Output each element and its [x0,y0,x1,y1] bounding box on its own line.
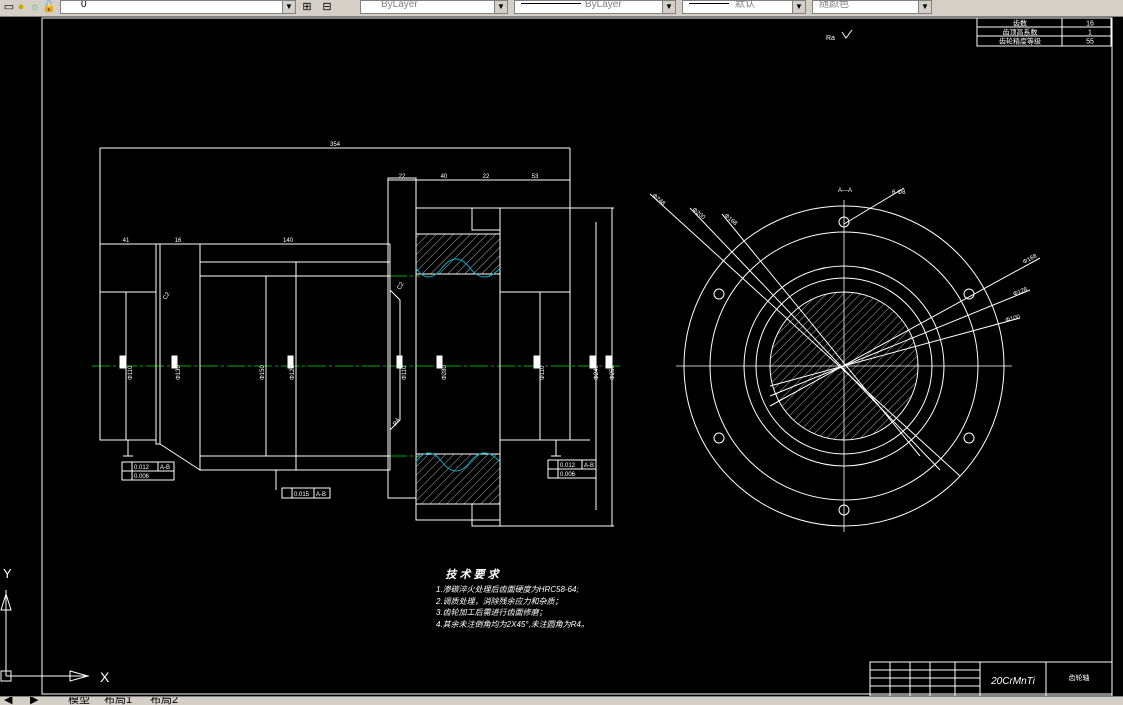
dim-length: 140 [283,238,294,244]
dim-circle: Φ100 [1005,314,1021,324]
dim-diameter: Φ120 [290,365,296,380]
tech-item: 1.渗碳淬火处理后齿面硬度为HRC58-64; [436,585,579,594]
dim-length: 16 [175,238,182,244]
dim-diameter: Φ130 [176,365,182,380]
chamfer-label: C2 [397,281,406,291]
roughness-symbol: Ra [826,29,853,42]
color-select[interactable]: ByLayer ▼ [360,0,508,14]
dim-diameter: Φ240 [594,365,600,380]
lineweight-select[interactable]: 默认 ▼ [682,0,806,14]
bolt-hole [963,288,975,300]
tolerance-datum: A-B [160,465,170,471]
bolt-hole [713,288,725,300]
tech-item: 3.齿轮加工后需进行齿面修磨； [436,608,547,617]
tech-item: 2.调质处理，消除残余应力和杂质； [435,597,563,606]
layer-select[interactable]: 0 ▼ [60,0,296,14]
layer-name: 0 [81,0,87,10]
table-label: 齿顶高系数 [1003,28,1038,37]
tech-requirements: 技 术 要 求 1.渗碳淬火处理后齿面硬度为HRC58-64; 2.调质处理，消… [435,568,589,629]
bolt-hole [713,432,725,444]
table-label: 齿轮精度等级 [999,37,1041,46]
lock-icon[interactable]: 🔓 [42,1,56,14]
dim-holes: 6-Φ8 [892,190,906,196]
dim-diameter: Φ280 [442,365,448,380]
table-value: 16 [1086,21,1094,28]
lineweight-preview [689,3,729,4]
table-value: 55 [1086,39,1094,46]
material-label: 20CrMnTi [990,676,1036,687]
make-layer-current-icon[interactable]: ⊞ [300,1,314,14]
shaft-front-view: Φ110 Φ130 Φ150 Φ120 Φ110 Φ280 Φ110 Φ240 … [92,142,620,527]
tolerance-value: 0.006 [560,472,576,478]
dim-length: 41 [123,238,130,244]
table-label: 齿数 [1013,19,1027,28]
tolerance-datum: A-B [316,492,326,498]
linetype-value: ByLayer [585,0,622,10]
tolerance-value: 0.012 [134,465,150,471]
tech-title: 技 术 要 求 [445,568,500,581]
tolerance-frame-right: 0.012 A-B 0.006 [547,459,597,479]
dim-overall-length: 354 [330,142,341,148]
ucs-x-label: X [100,669,110,685]
dim-circle: Φ200 [691,207,707,222]
section-view: Φ248 Φ200 Φ168 6-Φ8 A—A Φ168 Φ128 Φ100 [649,187,1041,532]
plotstyle-select[interactable]: 随颜色 ▼ [812,0,932,14]
chevron-down-icon[interactable]: ▼ [792,1,805,13]
chamfer-label: C2 [163,291,172,301]
tolerance-frame-middle: 0.015 A-B [275,470,331,499]
properties-toolbar: ▭ ● ☼ 🔓 ■ 0 ▼ ⊞ ⊟ ByLayer ▼ ByLayer ▼ 默认… [0,0,1123,17]
chevron-down-icon[interactable]: ▼ [282,1,295,13]
dim-length: 22 [399,174,406,180]
tech-item: 4.其余未注倒角均为2X45°,未注圆角为R4。 [436,620,589,629]
dim-diameter: Φ110 [128,365,134,380]
dim-diameter: Φ110 [402,365,408,380]
dim-circle: Φ168 [1022,253,1038,266]
tolerance-frame-left: 0.012 A-B 0.006 [121,461,175,481]
tolerance-value: 0.012 [560,463,576,469]
bolt-hole [963,432,975,444]
dim-diameter: Φ110 [540,365,546,380]
layer-previous-icon[interactable]: ⊟ [320,1,334,14]
freeze-icon[interactable]: ☼ [28,1,42,14]
bulb-icon[interactable]: ● [14,1,28,14]
section-label: A—A [838,188,852,194]
title-block: 20CrMnTi 齿轮轴 [869,661,1113,696]
table-value: 1 [1088,30,1092,37]
tolerance-value: 0.006 [134,474,150,480]
dim-diameter: Φ150 [260,365,266,380]
tolerance-value: 0.015 [294,492,310,498]
lineweight-value: 默认 [735,0,755,10]
dim-length: 22 [483,174,490,180]
roughness-label: Ra [826,35,835,42]
chevron-down-icon[interactable]: ▼ [494,1,507,13]
dim-circle: Φ168 [723,213,739,228]
dim-length: 53 [532,174,539,180]
part-name: 齿轮轴 [1069,673,1090,682]
chevron-down-icon[interactable]: ▼ [918,1,931,13]
color-value: ByLayer [381,0,418,10]
plotstyle-value: 随颜色 [819,0,849,10]
tolerance-datum: A-B [584,463,594,469]
dim-diameter: Φ250 [610,365,616,380]
dim-circle: Φ248 [651,193,667,208]
linetype-preview [521,3,581,4]
linetype-select[interactable]: ByLayer ▼ [514,0,676,14]
drawing-canvas[interactable]: 齿数 16 齿顶高系数 1 齿轮精度等级 55 Ra Φ110 Φ130 Φ15… [0,16,1123,696]
chevron-down-icon[interactable]: ▼ [662,1,675,13]
ucs-y-label: Y [3,566,12,581]
dim-length: 40 [441,174,448,180]
dim-circle: Φ128 [1013,286,1030,297]
ucs-icon: Y X [0,566,110,685]
gear-parameter-table: 齿数 16 齿顶高系数 1 齿轮精度等级 55 [976,17,1112,47]
